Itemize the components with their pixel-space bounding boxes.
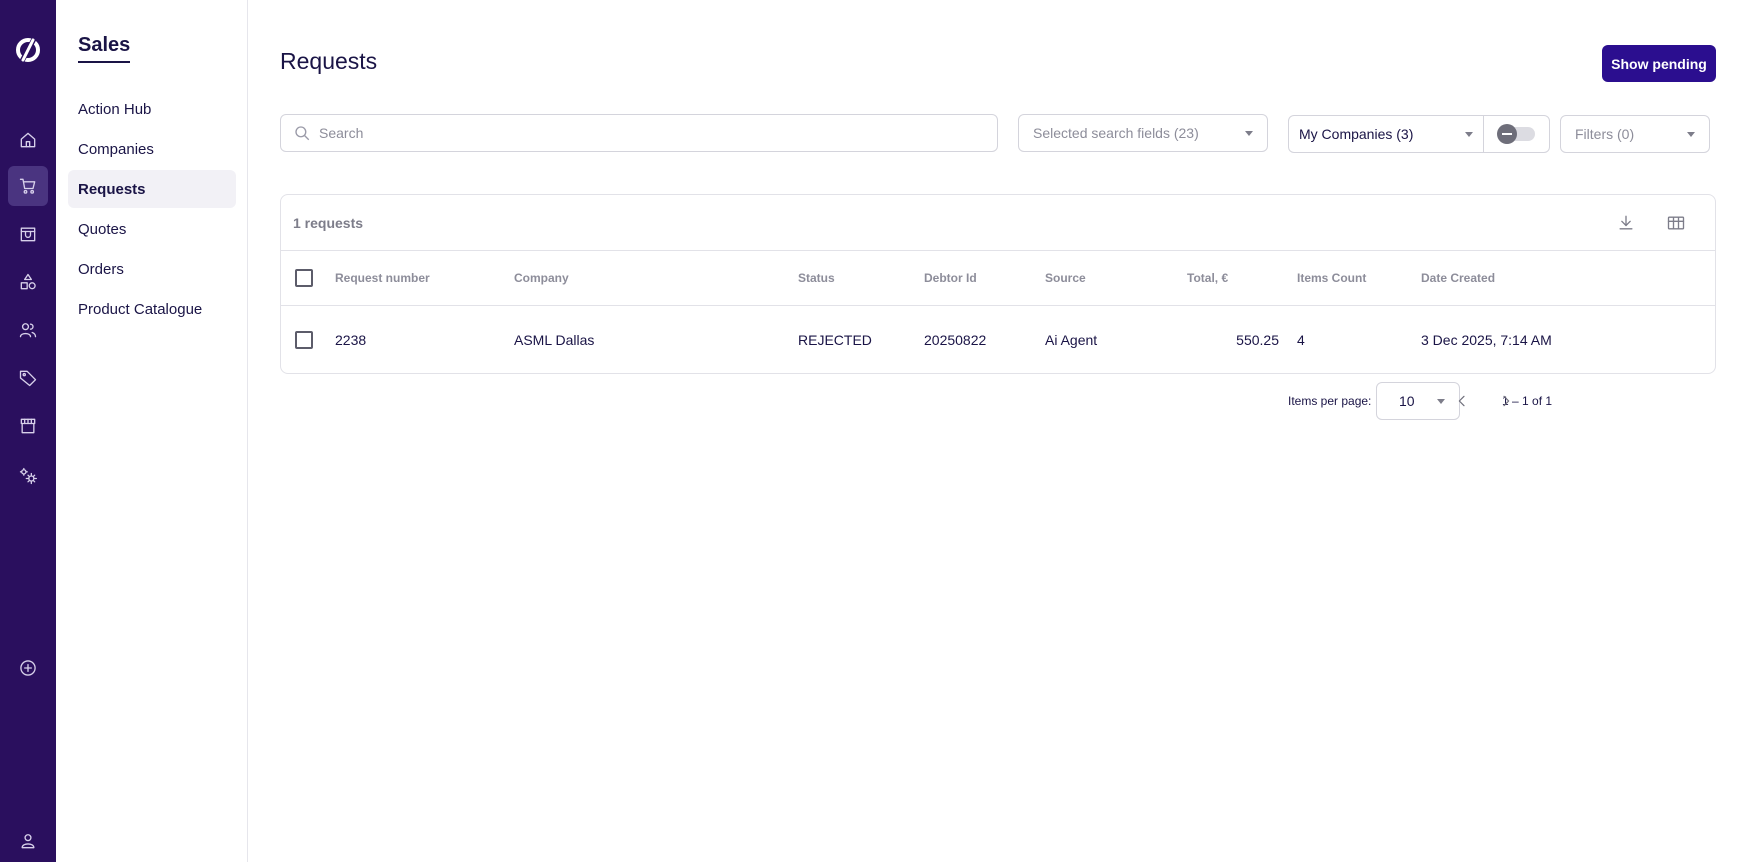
page-title: Requests: [280, 48, 378, 74]
search-input[interactable]: [319, 125, 979, 141]
table-header-row: Request number Company Status Debtor Id …: [281, 251, 1715, 306]
column-header[interactable]: Total, €: [1187, 251, 1228, 305]
companies-select[interactable]: My Companies (3): [1288, 115, 1484, 153]
logo-icon[interactable]: [12, 34, 44, 66]
search-fields-select[interactable]: Selected search fields (23): [1018, 114, 1268, 152]
main-content: Requests Show pending Selected search fi…: [248, 0, 1743, 862]
cell-date-created: 3 Dec 2025, 7:14 AM: [1421, 332, 1552, 348]
home-icon[interactable]: [8, 120, 48, 160]
row-select-cell: [295, 306, 313, 374]
column-header[interactable]: Company: [514, 251, 569, 305]
cell-request-number: 2238: [335, 332, 367, 348]
add-circle-icon[interactable]: [8, 648, 48, 688]
app-root: Sales Action Hub Companies Requests Quot…: [0, 0, 1743, 862]
requests-table-card: 1 requests Request number Company Status…: [280, 194, 1716, 374]
companies-toggle[interactable]: [1496, 124, 1535, 144]
columns-icon[interactable]: [1664, 211, 1688, 235]
search-box: [280, 114, 998, 152]
chevron-down-icon: [1437, 398, 1445, 404]
cell-items-count: 4: [1297, 332, 1305, 348]
cell-source: Ai Agent: [1045, 332, 1098, 348]
cell-debtor-id: 20250822: [924, 332, 987, 348]
tag-icon[interactable]: [8, 358, 48, 398]
cart-icon[interactable]: [8, 166, 48, 206]
column-header[interactable]: Items Count: [1297, 251, 1366, 305]
toggle-knob: [1496, 124, 1517, 144]
filters-value: Filters (0): [1575, 126, 1635, 142]
select-all-cell: [295, 251, 313, 305]
column-header[interactable]: Source: [1045, 251, 1086, 305]
items-per-page-value: 10: [1399, 393, 1415, 409]
shop-icon[interactable]: [8, 406, 48, 446]
section-title: Sales: [78, 34, 131, 63]
column-header[interactable]: Status: [798, 251, 835, 305]
column-header[interactable]: Request number: [335, 251, 430, 305]
store-icon[interactable]: [8, 214, 48, 254]
chevron-down-icon: [1465, 131, 1473, 137]
column-header[interactable]: Debtor Id: [924, 251, 977, 305]
download-icon[interactable]: [1614, 211, 1638, 235]
minus-icon: [1501, 133, 1512, 135]
search-fields-value: Selected search fields (23): [1033, 125, 1199, 141]
chevron-down-icon: [1687, 131, 1695, 137]
previous-page-icon[interactable]: [1450, 389, 1474, 413]
next-page-icon[interactable]: [1494, 389, 1518, 413]
sidebar-item-action-hub[interactable]: Action Hub: [68, 90, 236, 128]
show-pending-button[interactable]: Show pending: [1602, 45, 1716, 82]
cell-company: ASML Dallas: [514, 332, 595, 348]
filters-select[interactable]: Filters (0): [1560, 115, 1710, 153]
items-per-page-label: Items per page:: [1288, 394, 1372, 408]
items-per-page-select[interactable]: 10: [1376, 382, 1460, 420]
row-checkbox[interactable]: [295, 331, 313, 349]
section-nav: Action Hub Companies Requests Quotes Ord…: [68, 90, 236, 330]
table-toolbar: 1 requests: [281, 195, 1715, 251]
sidebar-item-product-catalogue[interactable]: Product Catalogue: [68, 290, 236, 328]
sidebar-item-companies[interactable]: Companies: [68, 130, 236, 168]
companies-value: My Companies (3): [1299, 126, 1414, 142]
cell-total: 550.25: [1236, 332, 1279, 348]
column-header[interactable]: Date Created: [1421, 251, 1495, 305]
shapes-icon[interactable]: [8, 262, 48, 302]
search-icon: [295, 126, 310, 141]
sidebar-item-orders[interactable]: Orders: [68, 250, 236, 288]
users-icon[interactable]: [8, 310, 48, 350]
companies-toggle-container: [1483, 115, 1550, 153]
app-rail: [0, 0, 56, 862]
sidebar-item-quotes[interactable]: Quotes: [68, 210, 236, 248]
chevron-down-icon: [1245, 130, 1253, 136]
select-all-checkbox[interactable]: [295, 269, 313, 287]
sidebar-item-requests[interactable]: Requests: [68, 170, 236, 208]
section-sidebar: Sales Action Hub Companies Requests Quot…: [56, 0, 248, 862]
results-count: 1 requests: [293, 215, 364, 231]
cell-status: REJECTED: [798, 332, 872, 348]
table-row[interactable]: 2238 ASML Dallas REJECTED 20250822 Ai Ag…: [281, 306, 1715, 374]
settings-icon[interactable]: [8, 456, 48, 496]
user-icon[interactable]: [8, 826, 48, 856]
